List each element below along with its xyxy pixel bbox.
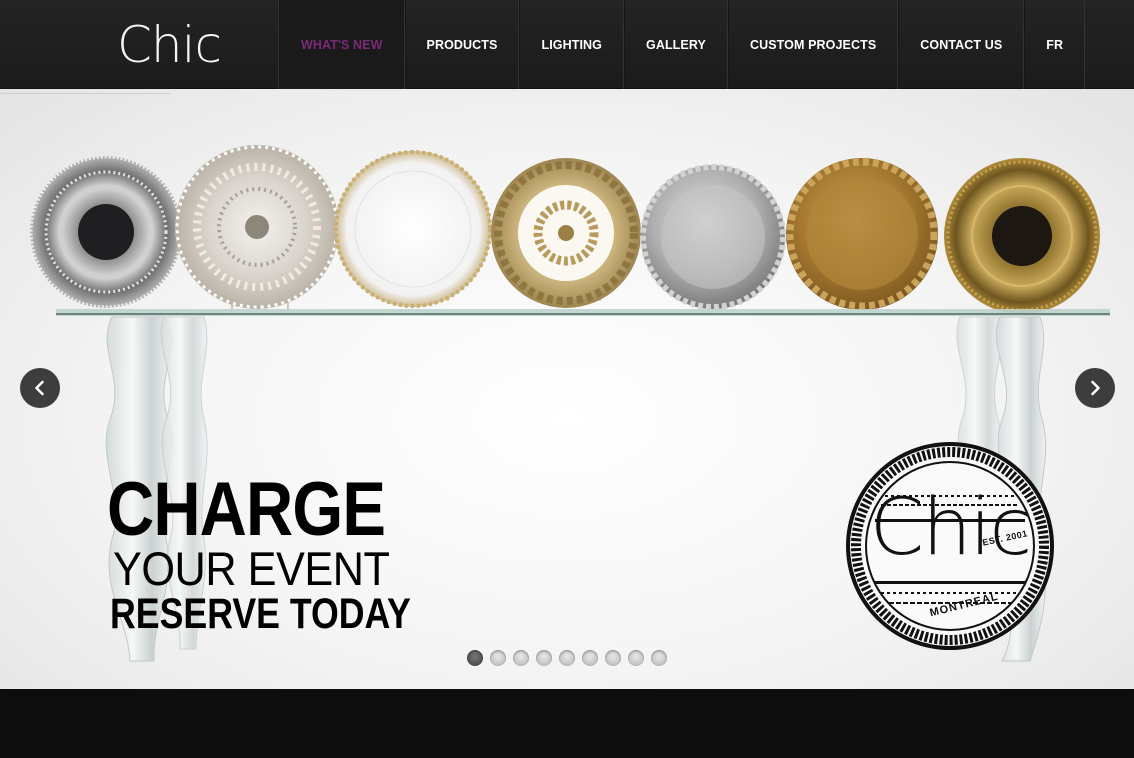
logo[interactable]: Chic: [117, 20, 222, 70]
slider-dot-7[interactable]: [605, 650, 621, 666]
nav-item-language-fr[interactable]: FR: [1024, 0, 1086, 89]
slider-dot-4[interactable]: [536, 650, 552, 666]
nav-item-custom-projects[interactable]: CUSTOM PROJECTS: [727, 0, 899, 89]
headline-line-3: RESERVE TODAY: [110, 590, 411, 638]
slider-dot-2[interactable]: [490, 650, 506, 666]
slider-dot-9[interactable]: [651, 650, 667, 666]
headline-line-2: YOUR EVENT: [113, 542, 390, 595]
page: Chic WHAT'S NEW PRODUCTS LIGHTING GALLER…: [0, 0, 1134, 758]
slider-pagination: [467, 650, 667, 666]
chevron-right-icon: [1091, 380, 1100, 396]
slider-dot-5[interactable]: [559, 650, 575, 666]
slide-headline: CHARGE YOUR EVENT RESERVE TODAY: [107, 467, 411, 638]
nav-item-whats-new[interactable]: WHAT'S NEW: [279, 0, 405, 89]
chic-montreal-stamp-logo: Chic EST. 2001 MONTREAL: [845, 441, 1055, 651]
chevron-left-icon: [35, 380, 44, 396]
slider-dot-6[interactable]: [582, 650, 598, 666]
slider-dot-8[interactable]: [628, 650, 644, 666]
main-nav: WHAT'S NEW PRODUCTS LIGHTING GALLERY CUS…: [278, 0, 1086, 89]
nav-item-products[interactable]: PRODUCTS: [404, 0, 520, 89]
headline-line-1: CHARGE: [107, 467, 386, 552]
page-footer: [0, 689, 1134, 758]
slider-dot-1[interactable]: [467, 650, 483, 666]
nav-item-lighting[interactable]: LIGHTING: [519, 0, 624, 89]
slider-prev-button[interactable]: [20, 368, 60, 408]
nav-item-gallery[interactable]: GALLERY: [624, 0, 728, 89]
nav-item-contact-us[interactable]: CONTACT US: [898, 0, 1025, 89]
site-header: Chic WHAT'S NEW PRODUCTS LIGHTING GALLER…: [0, 0, 1134, 89]
hero-slider: CHARGE YOUR EVENT RESERVE TODAY Chic EST…: [0, 89, 1134, 689]
slider-dot-3[interactable]: [513, 650, 529, 666]
slider-next-button[interactable]: [1075, 368, 1115, 408]
